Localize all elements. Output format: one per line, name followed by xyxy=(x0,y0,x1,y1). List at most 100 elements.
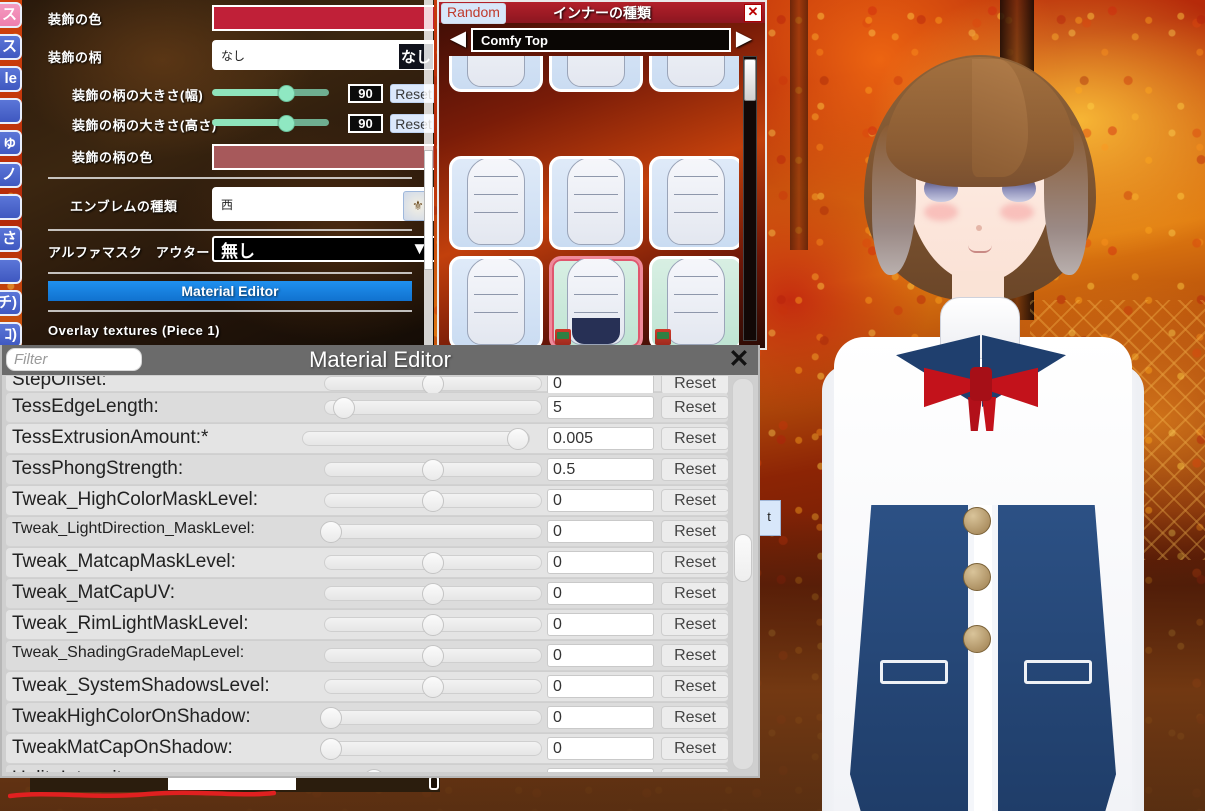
filter-input[interactable]: Filter xyxy=(6,348,142,371)
property-value-input[interactable]: 0 xyxy=(547,706,654,729)
dropdown-alpha-mask-outer[interactable]: 無し ▼ xyxy=(212,236,434,262)
thumbnail[interactable] xyxy=(449,156,543,250)
edge-button-10[interactable]: チ) xyxy=(0,290,22,316)
property-value-input[interactable]: 0 xyxy=(547,675,654,698)
close-icon[interactable]: ✕ xyxy=(726,347,752,373)
property-value-input[interactable]: 0.5 xyxy=(547,458,654,481)
character-model[interactable] xyxy=(800,35,1160,811)
property-slider-track[interactable] xyxy=(324,710,542,725)
property-reset-button[interactable]: Reset xyxy=(661,706,728,729)
material-property-row[interactable]: Tweak_MatCapUV: 0 Reset xyxy=(6,579,728,609)
thumbnail[interactable] xyxy=(549,56,643,92)
property-reset-button[interactable]: Reset xyxy=(661,768,728,772)
material-property-list[interactable]: StepOffset: 0 Reset TessEdgeLength: 5 Reset Te… xyxy=(6,376,728,772)
edge-button-3[interactable]: le xyxy=(0,66,22,92)
edge-button-7[interactable] xyxy=(0,194,22,220)
material-property-row[interactable]: Tweak_SystemShadowsLevel: 0 Reset xyxy=(6,672,728,702)
edge-button-5[interactable]: ゅ xyxy=(0,130,22,156)
property-reset-button[interactable]: Reset xyxy=(661,613,728,636)
random-button[interactable]: Random xyxy=(441,3,506,24)
property-slider-knob[interactable] xyxy=(422,583,444,605)
property-reset-button[interactable]: Reset xyxy=(661,644,728,667)
property-reset-button[interactable]: Reset xyxy=(661,427,728,450)
scrollbar-thumb[interactable] xyxy=(424,150,433,270)
edge-button-1[interactable]: ス xyxy=(0,2,22,28)
color-swatch-pattern[interactable] xyxy=(212,144,434,170)
field-decoration-pattern[interactable]: なし なし xyxy=(212,40,434,70)
property-reset-button[interactable]: Reset xyxy=(661,737,728,760)
field-emblem-type[interactable]: 西 ⚜ xyxy=(212,187,434,221)
property-reset-button[interactable]: Reset xyxy=(661,675,728,698)
slider-pattern-width[interactable] xyxy=(212,85,329,102)
property-reset-button[interactable]: Reset xyxy=(661,396,728,419)
property-slider-knob[interactable] xyxy=(362,769,385,772)
edge-button-8[interactable]: さ xyxy=(0,226,22,252)
property-value-input[interactable]: 0 xyxy=(547,582,654,605)
property-value-input[interactable]: 1 xyxy=(547,768,654,772)
left-arrow-icon[interactable]: ◀ xyxy=(445,28,471,52)
property-slider-track[interactable] xyxy=(324,400,542,415)
property-slider-knob[interactable] xyxy=(332,397,355,419)
occluded-side-button[interactable]: t xyxy=(757,500,781,536)
value-pattern-width[interactable]: 90 xyxy=(348,84,383,103)
material-property-row[interactable]: TessPhongStrength: 0.5 Reset xyxy=(6,455,728,485)
material-property-row[interactable]: TweakMatCapOnShadow: 0 Reset xyxy=(6,734,728,764)
material-property-row[interactable]: Unlit_Intensity: 1 Reset xyxy=(6,765,728,772)
close-icon[interactable]: ✕ xyxy=(744,4,762,22)
inner-type-scrollbar[interactable] xyxy=(743,56,757,341)
selected-item-name[interactable]: Comfy Top xyxy=(471,28,731,52)
property-value-input[interactable]: 0 xyxy=(547,613,654,636)
property-reset-button[interactable]: Reset xyxy=(661,458,728,481)
value-pattern-height[interactable]: 90 xyxy=(348,114,383,133)
scrollbar-thumb[interactable] xyxy=(734,534,752,582)
thumbnail-selected[interactable] xyxy=(549,256,643,346)
material-property-row[interactable]: Tweak_MatcapMaskLevel: 0 Reset xyxy=(6,548,728,578)
property-slider-knob[interactable] xyxy=(320,521,343,543)
inner-type-thumbnail-grid[interactable] xyxy=(449,56,739,346)
property-slider-knob[interactable] xyxy=(507,428,530,450)
edge-button-2[interactable]: ス xyxy=(0,34,22,60)
material-editor-button[interactable]: Material Editor xyxy=(48,281,412,301)
property-value-input[interactable]: 0 xyxy=(547,489,654,512)
thumbnail[interactable] xyxy=(549,156,643,250)
property-reset-button[interactable]: Reset xyxy=(661,582,728,605)
property-slider-knob[interactable] xyxy=(422,459,444,481)
material-property-row[interactable]: Tweak_ShadingGradeMapLevel: 0 Reset xyxy=(6,641,728,671)
property-reset-button[interactable]: Reset xyxy=(661,551,728,574)
customization-panel-scrollbar[interactable] xyxy=(424,0,433,345)
property-value-input[interactable]: 0 xyxy=(547,644,654,667)
property-value-input[interactable]: 5 xyxy=(547,396,654,419)
thumbnail[interactable] xyxy=(449,256,543,346)
material-property-row[interactable]: StepOffset: 0 Reset xyxy=(6,376,728,395)
thumbnail[interactable] xyxy=(649,156,739,250)
property-slider-track[interactable] xyxy=(302,431,530,446)
property-reset-button[interactable]: Reset xyxy=(661,520,728,543)
property-slider-knob[interactable] xyxy=(422,676,444,698)
material-property-row[interactable]: TessEdgeLength: 5 Reset xyxy=(6,393,728,423)
property-slider-knob[interactable] xyxy=(422,490,444,512)
property-slider-track[interactable] xyxy=(324,741,542,756)
property-value-input[interactable]: 0 xyxy=(547,520,654,543)
material-property-row[interactable]: Tweak_LightDirection_MaskLevel: 0 Reset xyxy=(6,517,728,547)
thumbnail[interactable] xyxy=(449,56,543,92)
property-value-input[interactable]: 0.005 xyxy=(547,427,654,450)
material-editor-scrollbar[interactable] xyxy=(732,378,754,770)
color-swatch-decoration[interactable] xyxy=(212,5,434,31)
property-reset-button[interactable]: Reset xyxy=(661,489,728,512)
property-value-input[interactable]: 0 xyxy=(547,551,654,574)
material-property-row[interactable]: Tweak_RimLightMaskLevel: 0 Reset xyxy=(6,610,728,640)
right-arrow-icon[interactable]: ▶ xyxy=(731,28,757,52)
edge-button-9[interactable] xyxy=(0,258,22,284)
edge-button-6[interactable]: ノ xyxy=(0,162,22,188)
slider-pattern-height[interactable] xyxy=(212,115,329,132)
property-value-input[interactable]: 0 xyxy=(547,737,654,760)
property-slider-knob[interactable] xyxy=(422,552,444,574)
material-property-row[interactable]: TweakHighColorOnShadow: 0 Reset xyxy=(6,703,728,733)
property-slider-track[interactable] xyxy=(324,524,542,539)
scrollbar-thumb[interactable] xyxy=(744,59,756,101)
thumbnail[interactable] xyxy=(649,256,739,346)
property-slider-knob[interactable] xyxy=(320,707,343,729)
property-slider-knob[interactable] xyxy=(422,614,444,636)
material-property-row[interactable]: Tweak_HighColorMaskLevel: 0 Reset xyxy=(6,486,728,516)
edge-button-4[interactable] xyxy=(0,98,22,124)
